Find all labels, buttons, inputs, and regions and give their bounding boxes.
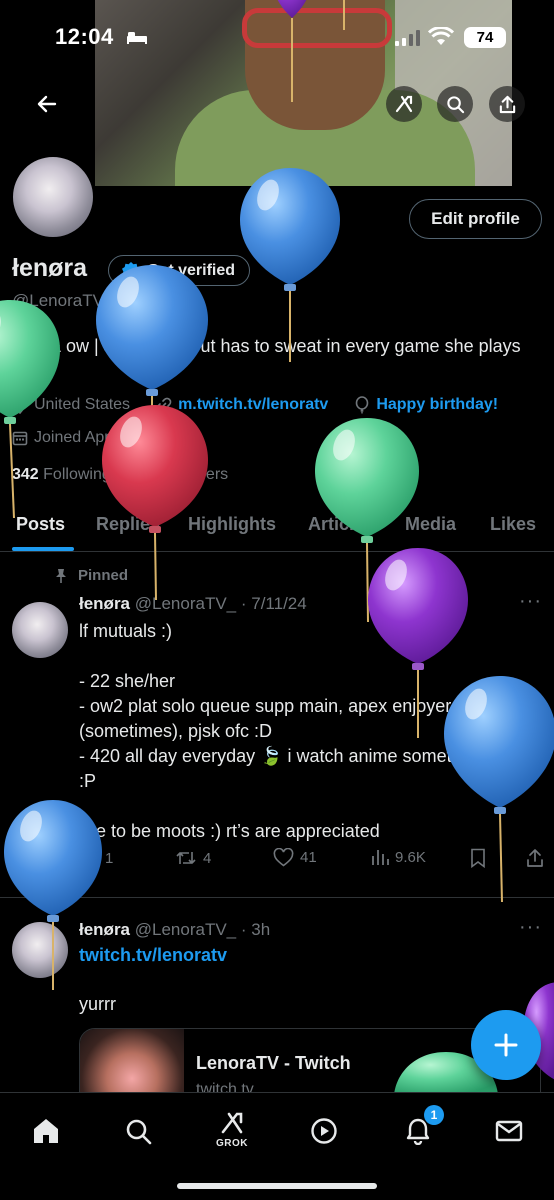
- followers-count: 502: [128, 466, 156, 483]
- pinned-text: Pinned: [78, 567, 129, 584]
- notifications-badge: 1: [424, 1105, 444, 1125]
- get-verified-button[interactable]: Get verified: [108, 255, 251, 286]
- tab-replies[interactable]: Replies: [96, 514, 160, 535]
- tab-media[interactable]: Media: [405, 514, 456, 535]
- post-text: lf mutuals :) - 22 she/her - ow2 plat so…: [79, 621, 520, 841]
- repost-count: 4: [203, 849, 212, 867]
- search-icon: [126, 1119, 151, 1144]
- status-time: 12:04: [55, 24, 114, 49]
- back-button[interactable]: [29, 86, 65, 122]
- card-title: LenoraTV - Twitch: [196, 1053, 351, 1073]
- profile-bio: pjsk & ow | she’s a 10 but has to sweat …: [12, 336, 521, 356]
- views-button[interactable]: 9.6K: [371, 848, 426, 866]
- grok-button[interactable]: [386, 86, 422, 122]
- bookmark-button[interactable]: [470, 848, 486, 868]
- post-divider: [0, 897, 554, 898]
- profile-tabs: Posts Replies Highlights Articles Media …: [0, 500, 554, 552]
- cellular-signal-icon: [395, 30, 420, 46]
- post-avatar[interactable]: [12, 602, 68, 658]
- post-meta: @LenoraTV_ · 3h: [134, 920, 271, 939]
- grok-icon: [221, 1112, 243, 1134]
- post-link[interactable]: twitch.tv/lenoratv: [79, 945, 227, 966]
- following-count: 342: [12, 466, 39, 483]
- following-label: Following: [43, 466, 111, 483]
- share-post-button[interactable]: [526, 848, 544, 873]
- calendar-icon: [12, 431, 28, 446]
- search-profile-button[interactable]: [437, 86, 473, 122]
- more-options-icon[interactable]: ···: [519, 916, 542, 939]
- mail-icon: [495, 1120, 523, 1142]
- repost-icon: [176, 852, 196, 864]
- pin-icon: [56, 568, 66, 583]
- display-name: łenøra: [12, 254, 88, 282]
- link-icon: [156, 397, 172, 413]
- view-count: 9.6K: [395, 848, 426, 866]
- profile-avatar[interactable]: [10, 154, 96, 240]
- location-icon: [12, 396, 28, 414]
- verified-badge-icon: [122, 261, 140, 281]
- grok-label: GROK: [216, 1138, 248, 1149]
- edit-profile-button[interactable]: Edit profile: [409, 199, 542, 239]
- post-header: łenøra @LenoraTV_ · 7/11/24: [79, 594, 307, 614]
- reply-count: 1: [105, 849, 114, 867]
- joined-date: Joined April 2017: [12, 429, 157, 447]
- tab-highlights[interactable]: Highlights: [188, 514, 276, 535]
- post-text: yurrr: [79, 994, 116, 1014]
- search-icon: [446, 95, 464, 113]
- followers-label: Followers: [159, 466, 229, 483]
- following-link[interactable]: 342 Following: [12, 466, 111, 483]
- nav-home[interactable]: [26, 1111, 66, 1151]
- nav-grok[interactable]: [212, 1103, 252, 1143]
- followers-link[interactable]: 502 Followers: [129, 466, 229, 483]
- plus-icon: [494, 1033, 518, 1057]
- post-meta: @LenoraTV_ · 7/11/24: [134, 594, 307, 613]
- back-arrow-icon: [37, 95, 57, 113]
- post-author-name[interactable]: łenøra: [79, 594, 130, 613]
- analytics-icon: [372, 850, 389, 865]
- nav-messages[interactable]: [489, 1111, 529, 1151]
- balloon-icon: [356, 396, 369, 414]
- reply-icon: [81, 849, 97, 868]
- like-count: 41: [300, 849, 317, 866]
- share-icon: [527, 849, 543, 867]
- bookmark-icon: [471, 848, 485, 868]
- more-options-icon[interactable]: ···: [519, 590, 542, 613]
- tab-likes[interactable]: Likes: [490, 514, 536, 535]
- sleep-focus-icon: [127, 32, 147, 44]
- pinned-label: Pinned: [54, 567, 128, 584]
- grok-icon: [395, 95, 413, 113]
- wifi-icon: [428, 27, 454, 45]
- status-bar: 12:04 74: [0, 0, 554, 76]
- profile-website-link[interactable]: m.twitch.tv/lenoratv: [178, 396, 328, 414]
- reply-button[interactable]: 1: [79, 848, 113, 868]
- repost-button[interactable]: 4: [175, 848, 211, 868]
- profile-location: United States: [34, 396, 131, 413]
- battery-indicator: 74: [464, 27, 506, 48]
- home-indicator: [177, 1183, 377, 1189]
- tab-posts[interactable]: Posts: [16, 514, 65, 535]
- post-avatar[interactable]: [12, 922, 68, 978]
- compose-post-button[interactable]: [471, 1010, 541, 1080]
- profile-meta: United States m.twitch.tv/lenoratv Happy…: [12, 396, 498, 414]
- post-actions: 1 4 41 9.6K: [79, 848, 499, 874]
- tab-articles[interactable]: Articles: [308, 514, 374, 535]
- profile-handle: @LenoraTV_: [12, 291, 114, 310]
- active-tab-indicator: [12, 547, 74, 551]
- play-icon: [311, 1118, 337, 1144]
- post-author-name[interactable]: łenøra: [79, 920, 130, 939]
- nav-search[interactable]: [118, 1111, 158, 1151]
- joined-label: Joined April 2017: [34, 429, 157, 446]
- home-icon: [34, 1119, 58, 1143]
- share-icon: [499, 95, 515, 113]
- like-button[interactable]: 41: [273, 848, 317, 867]
- follow-counts: 342 Following 502 Followers: [12, 466, 228, 484]
- post-header: łenøra @LenoraTV_ · 3h: [79, 920, 270, 940]
- nav-video[interactable]: [304, 1111, 344, 1151]
- share-button[interactable]: [489, 86, 525, 122]
- birthday-link[interactable]: Happy birthday!: [376, 396, 498, 414]
- heart-icon: [273, 848, 294, 867]
- get-verified-label: Get verified: [147, 261, 236, 279]
